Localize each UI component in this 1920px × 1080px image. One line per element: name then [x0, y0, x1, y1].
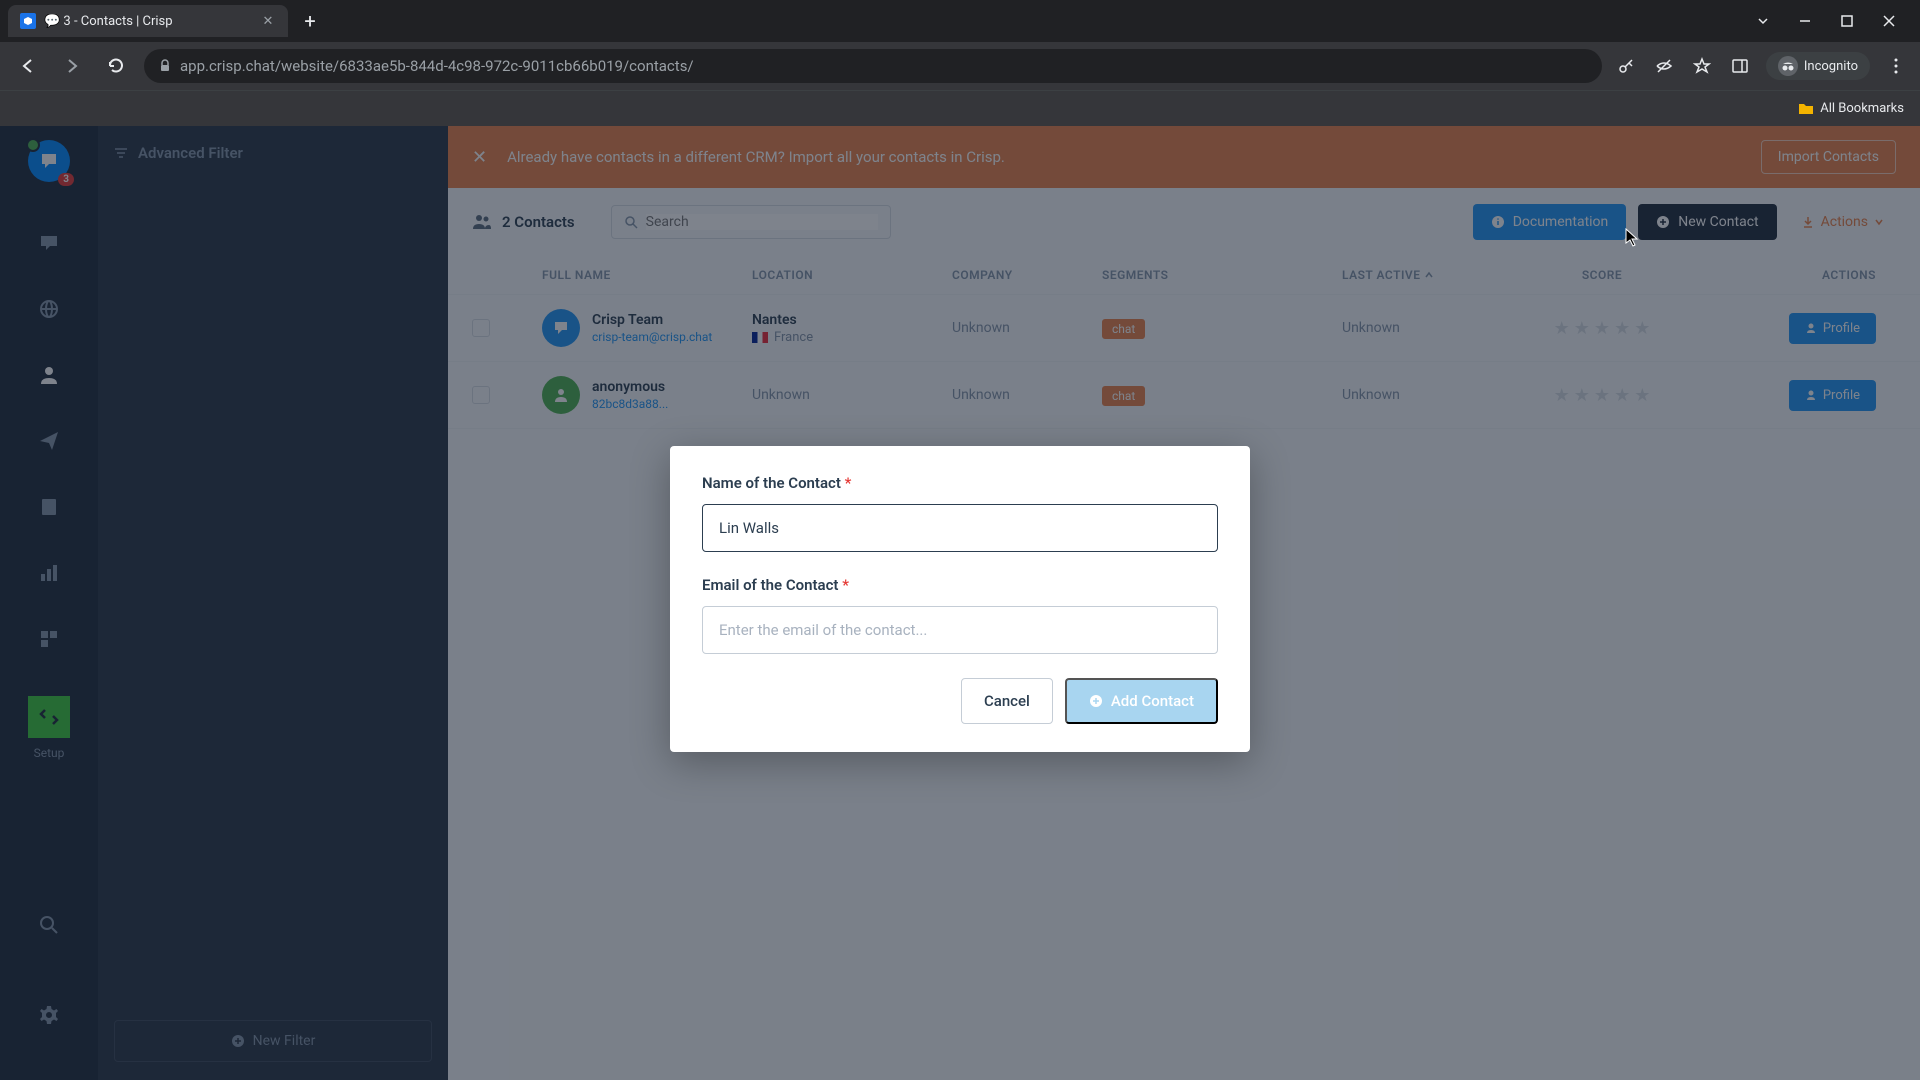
folder-icon — [1798, 102, 1814, 116]
url-bar[interactable]: app.crisp.chat/website/6833ae5b-844d-4c9… — [144, 49, 1602, 83]
tab-close-icon[interactable]: ✕ — [260, 13, 276, 29]
lock-icon — [158, 59, 172, 73]
window-maximize-icon[interactable] — [1832, 6, 1862, 36]
add-contact-button[interactable]: Add Contact — [1065, 678, 1218, 724]
contact-email-input[interactable] — [702, 606, 1218, 654]
window-close-icon[interactable] — [1874, 6, 1904, 36]
eye-off-icon[interactable] — [1652, 54, 1676, 78]
star-icon[interactable] — [1690, 54, 1714, 78]
cancel-button[interactable]: Cancel — [961, 678, 1053, 724]
nav-forward-icon[interactable] — [56, 50, 88, 82]
email-field-label: Email of the Contact * — [702, 576, 1218, 594]
new-contact-modal: Name of the Contact * Email of the Conta… — [670, 446, 1250, 752]
incognito-badge[interactable]: Incognito — [1766, 52, 1870, 80]
all-bookmarks-label: All Bookmarks — [1820, 101, 1904, 116]
all-bookmarks-button[interactable]: All Bookmarks — [1798, 101, 1904, 116]
window-minimize-icon[interactable] — [1790, 6, 1820, 36]
name-field-label: Name of the Contact * — [702, 474, 1218, 492]
incognito-icon — [1778, 56, 1798, 76]
contact-name-input[interactable] — [702, 504, 1218, 552]
incognito-label: Incognito — [1804, 59, 1858, 74]
modal-overlay[interactable]: Name of the Contact * Email of the Conta… — [0, 126, 1920, 1080]
nav-back-icon[interactable] — [12, 50, 44, 82]
plus-circle-icon — [1089, 694, 1103, 708]
browser-menu-icon[interactable] — [1884, 54, 1908, 78]
password-key-icon[interactable] — [1614, 54, 1638, 78]
window-dropdown-icon[interactable] — [1748, 6, 1778, 36]
nav-reload-icon[interactable] — [100, 50, 132, 82]
browser-tab[interactable]: 💬 3 - Contacts | Crisp ✕ — [8, 5, 288, 37]
tab-favicon-icon — [20, 13, 36, 29]
new-tab-button[interactable]: + — [296, 7, 324, 35]
url-text: app.crisp.chat/website/6833ae5b-844d-4c9… — [180, 57, 694, 75]
side-panel-icon[interactable] — [1728, 54, 1752, 78]
tab-title: 💬 3 - Contacts | Crisp — [44, 14, 252, 29]
